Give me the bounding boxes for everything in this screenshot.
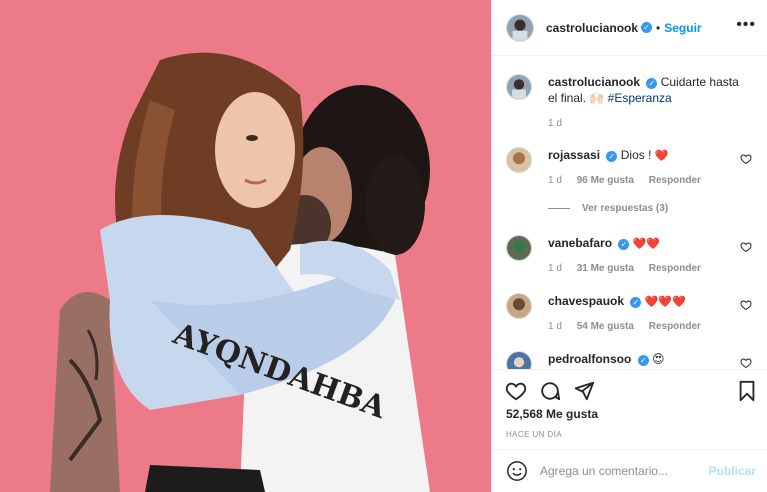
heart-icon[interactable] [740,357,752,369]
comments-list[interactable]: castrolucianook ✓ Cuidarte hasta el fina… [492,57,767,369]
replies-divider [548,208,570,209]
heart-icon[interactable] [740,153,752,165]
bookmark-icon[interactable] [736,380,758,402]
commenter-avatar[interactable] [506,351,532,369]
avatar-image [507,14,533,41]
author-username[interactable]: castrolucianook [546,21,638,35]
separator-dot: • [656,20,661,35]
emoji-icon[interactable] [506,460,528,482]
view-replies-label: Ver respuestas (3) [582,203,669,214]
comment-text: Dios ! [620,148,655,162]
heart-icon[interactable] [505,380,527,402]
comment-body: chavespauok ✓ ❤️❤️❤️ [548,293,748,310]
comment-meta: 1 d 54 Me gusta Responder [548,321,713,332]
commenter-avatar[interactable] [506,293,532,319]
caption-meta: 1 d [548,118,574,129]
post-actions: 52,568 Me gusta HACE UN DÍA [492,369,767,449]
add-comment-bar: Publicar [492,449,767,492]
comment-body: pedroalfonsoo ✓ 😍 [548,351,748,367]
reply-button[interactable]: Responder [649,175,701,186]
comment-likes[interactable]: 54 Me gusta [577,321,634,332]
commenter-avatar[interactable] [506,235,532,261]
caption-time: 1 d [548,118,562,129]
avatar-image [507,236,531,260]
comment-hearts: ❤️ [654,150,669,162]
commenter-username[interactable]: vanebafaro [548,236,612,250]
more-options-icon[interactable]: ••• [736,17,756,33]
caption-avatar[interactable] [506,74,532,100]
verified-badge-icon: ✓ [646,78,658,89]
view-replies-button[interactable]: Ver respuestas (3) [548,203,668,214]
post-image: AYQNDAHBA [0,0,491,492]
comment-item: pedroalfonsoo ✓ 😍 [506,351,756,369]
post-sidebar: castrolucianook ✓ • Seguir ••• castroluc… [491,0,767,492]
caption-username[interactable]: castrolucianook [548,75,640,89]
post-header: castrolucianook ✓ • Seguir ••• [492,0,767,56]
follow-button[interactable]: Seguir [664,21,701,35]
commenter-username[interactable]: rojassasi [548,148,600,162]
caption-hashtag[interactable]: #Esperanza [608,91,672,105]
comment-item: rojassasi ✓ Dios ! ❤️ 1 d 96 Me gusta Re… [506,147,756,187]
comment-likes[interactable]: 96 Me gusta [577,175,634,186]
commenter-username[interactable]: pedroalfonsoo [548,352,631,366]
verified-badge-icon: ✓ [618,239,630,250]
verified-badge-icon: ✓ [637,355,649,366]
author-avatar[interactable] [506,13,534,42]
comment-hearts: ❤️❤️❤️ [644,296,686,308]
caption: castrolucianook ✓ Cuidarte hasta el fina… [506,74,756,134]
likes-count[interactable]: 52,568 Me gusta [506,407,598,421]
comment-icon[interactable] [539,380,561,402]
publish-button[interactable]: Publicar [709,464,756,478]
comment-time: 1 d [548,263,562,274]
comment-hearts: ❤️❤️ [632,238,661,250]
avatar-image [507,148,531,172]
avatar-image [507,294,531,318]
caption-body: castrolucianook ✓ Cuidarte hasta el fina… [548,74,748,106]
comment-meta: 1 d 96 Me gusta Responder [548,175,713,186]
reply-button[interactable]: Responder [649,263,701,274]
comment-item: vanebafaro ✓ ❤️❤️ 1 d 31 Me gusta Respon… [506,235,756,275]
verified-badge-icon: ✓ [641,22,653,33]
comment-likes[interactable]: 31 Me gusta [577,263,634,274]
commenter-username[interactable]: chavespauok [548,294,624,308]
heart-icon[interactable] [740,241,752,253]
reply-button[interactable]: Responder [649,321,701,332]
post-time: HACE UN DÍA [506,430,562,439]
comment-time: 1 d [548,321,562,332]
avatar-image [507,75,531,99]
commenter-avatar[interactable] [506,147,532,173]
comment-input[interactable] [540,464,700,478]
verified-badge-icon: ✓ [606,151,618,162]
heart-icon[interactable] [740,299,752,311]
comment-body: vanebafaro ✓ ❤️❤️ [548,235,748,252]
comment-time: 1 d [548,175,562,186]
comment-body: rojassasi ✓ Dios ! ❤️ [548,147,748,164]
verified-badge-icon: ✓ [630,297,642,308]
comment-text: 😍 [652,352,665,366]
share-icon[interactable] [573,380,595,402]
post-photo[interactable]: AYQNDAHBA [0,0,491,492]
avatar-image [507,352,531,369]
comment-meta: 1 d 31 Me gusta Responder [548,263,713,274]
comment-item: chavespauok ✓ ❤️❤️❤️ 1 d 54 Me gusta Res… [506,293,756,333]
